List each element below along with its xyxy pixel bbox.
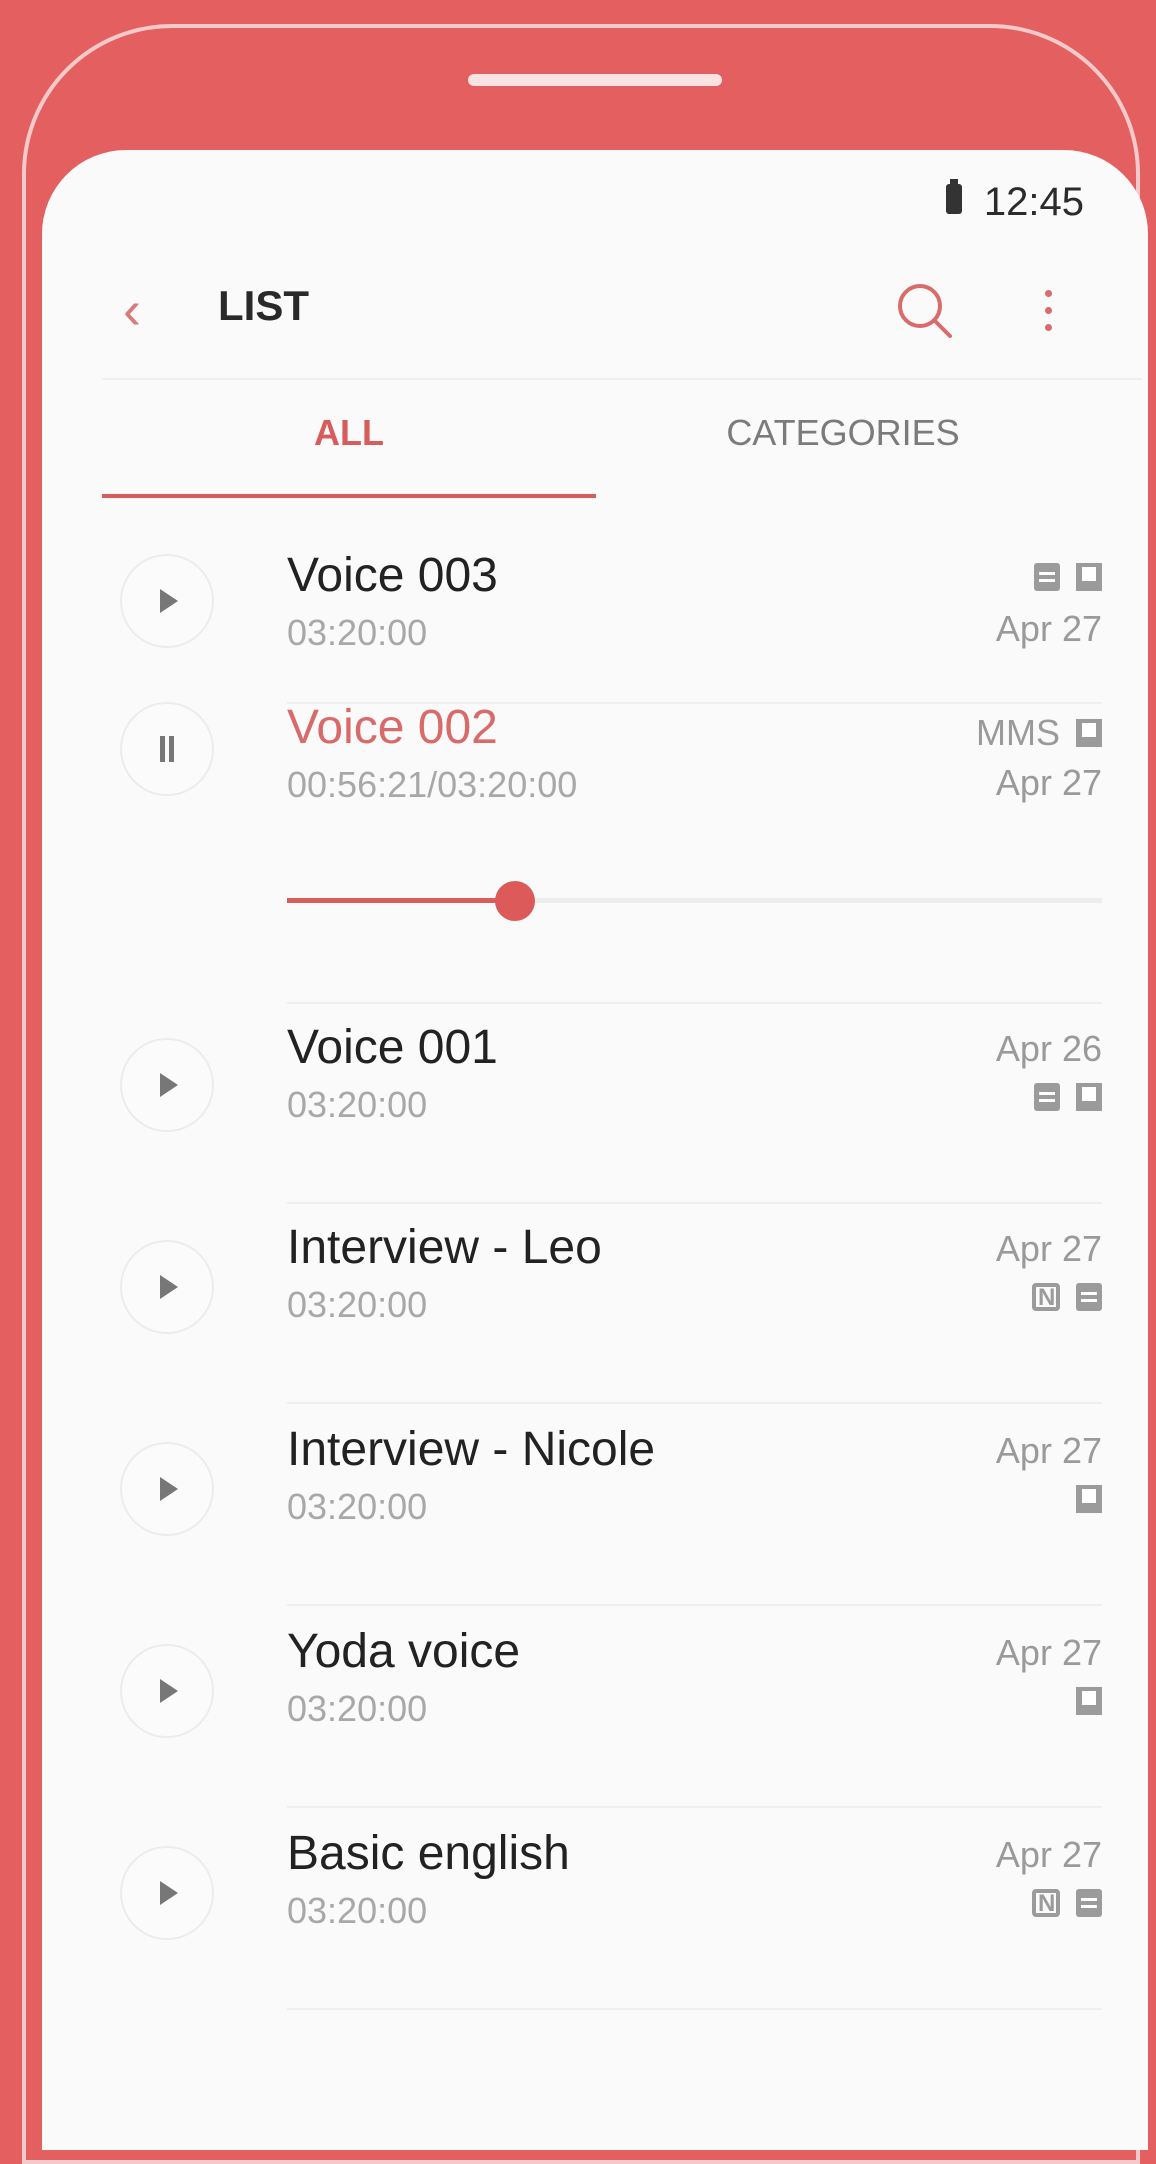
play-button[interactable] (120, 1644, 214, 1738)
recording-title: Voice 002 (287, 701, 498, 754)
play-button[interactable] (120, 1442, 214, 1536)
list-divider (287, 1402, 1102, 1404)
recording-meta: Apr 27 (996, 558, 1102, 650)
note-icon (1076, 1889, 1102, 1917)
play-icon (160, 1073, 178, 1097)
recording-date: Apr 27 (995, 1632, 1102, 1673)
recording-meta: Apr 27 (996, 1430, 1102, 1522)
recording-duration: 03:20:00 (287, 1284, 428, 1325)
tab-all[interactable]: ALL (102, 412, 596, 454)
recording-duration: 03:20:00 (287, 612, 428, 653)
recording-meta: Apr 27 (996, 1228, 1102, 1320)
note-icon (1076, 1283, 1102, 1311)
pause-icon (158, 736, 176, 762)
bookmark-icon (1076, 719, 1102, 747)
mms-badge: MMS (976, 712, 1060, 753)
page-title: LIST (218, 282, 309, 329)
bookmark-icon (1076, 1485, 1102, 1513)
bookmark-icon (1076, 1687, 1102, 1715)
play-icon (160, 1477, 178, 1501)
play-button[interactable] (120, 1240, 214, 1334)
recording-meta: Apr 27 (996, 1632, 1102, 1724)
recording-title: Basic english (287, 1827, 570, 1880)
recording-duration: 03:20:00 (287, 1486, 428, 1527)
list-divider (287, 2008, 1102, 2010)
recording-meta: Apr 27 (996, 1834, 1102, 1926)
bookmark-icon (1076, 1083, 1102, 1111)
more-vertical-icon (1045, 307, 1052, 314)
recording-date: Apr 26 (995, 1028, 1102, 1069)
recording-title: Yoda voice (287, 1625, 521, 1678)
more-vertical-icon (1045, 324, 1052, 331)
more-vertical-icon (1045, 290, 1052, 297)
note-icon (1034, 563, 1060, 591)
play-icon (160, 1275, 178, 1299)
recording-date: Apr 27 (995, 1834, 1102, 1875)
recording-duration: 03:20:00 (287, 1688, 428, 1729)
recording-date: Apr 27 (995, 762, 1102, 803)
recording-meta: MMS Apr 27 (976, 712, 1102, 804)
tab-indicator (102, 494, 596, 498)
note-icon (1034, 1083, 1060, 1111)
screen: 12:45 ‹ LIST ALL CATEGORIES Voice 003 03… (42, 150, 1148, 2150)
recording-date: Apr 27 (995, 1430, 1102, 1471)
search-icon (898, 284, 952, 338)
play-icon (160, 589, 178, 613)
header-divider (102, 378, 1142, 380)
more-options-button[interactable] (1028, 276, 1068, 346)
list-divider (287, 1806, 1102, 1808)
nfc-icon (1032, 1283, 1060, 1312)
play-icon (160, 1679, 178, 1703)
play-button[interactable] (120, 1846, 214, 1940)
back-button[interactable]: ‹ (102, 280, 162, 340)
tab-categories[interactable]: CATEGORIES (596, 412, 1090, 454)
recording-title: Interview - Leo (287, 1221, 602, 1274)
recording-progress-time: 00:56:21/03:20:00 (287, 764, 578, 805)
battery-icon (946, 179, 962, 214)
search-button[interactable] (890, 276, 960, 346)
list-divider (287, 1002, 1102, 1004)
play-icon (160, 1881, 178, 1905)
status-time: 12:45 (983, 180, 1084, 224)
chevron-left-icon: ‹ (123, 280, 141, 340)
play-button[interactable] (120, 1038, 214, 1132)
recording-title: Voice 001 (287, 1021, 498, 1074)
recording-duration: 03:20:00 (287, 1890, 428, 1931)
seek-thumb[interactable] (495, 881, 536, 921)
bookmark-icon (1076, 563, 1102, 591)
recording-date: Apr 27 (995, 1228, 1102, 1269)
pause-button[interactable] (120, 702, 214, 796)
recording-date: Apr 27 (995, 608, 1102, 649)
nfc-icon (1032, 1889, 1060, 1918)
recording-duration: 03:20:00 (287, 1084, 428, 1125)
recording-title: Interview - Nicole (287, 1423, 656, 1476)
phone-speaker (468, 74, 722, 86)
seek-bar-fill (287, 898, 516, 903)
recording-title: Voice 003 (287, 549, 498, 602)
list-divider (287, 1202, 1102, 1204)
list-divider (287, 1604, 1102, 1606)
play-button[interactable] (120, 554, 214, 648)
recording-meta: Apr 26 (996, 1028, 1102, 1120)
